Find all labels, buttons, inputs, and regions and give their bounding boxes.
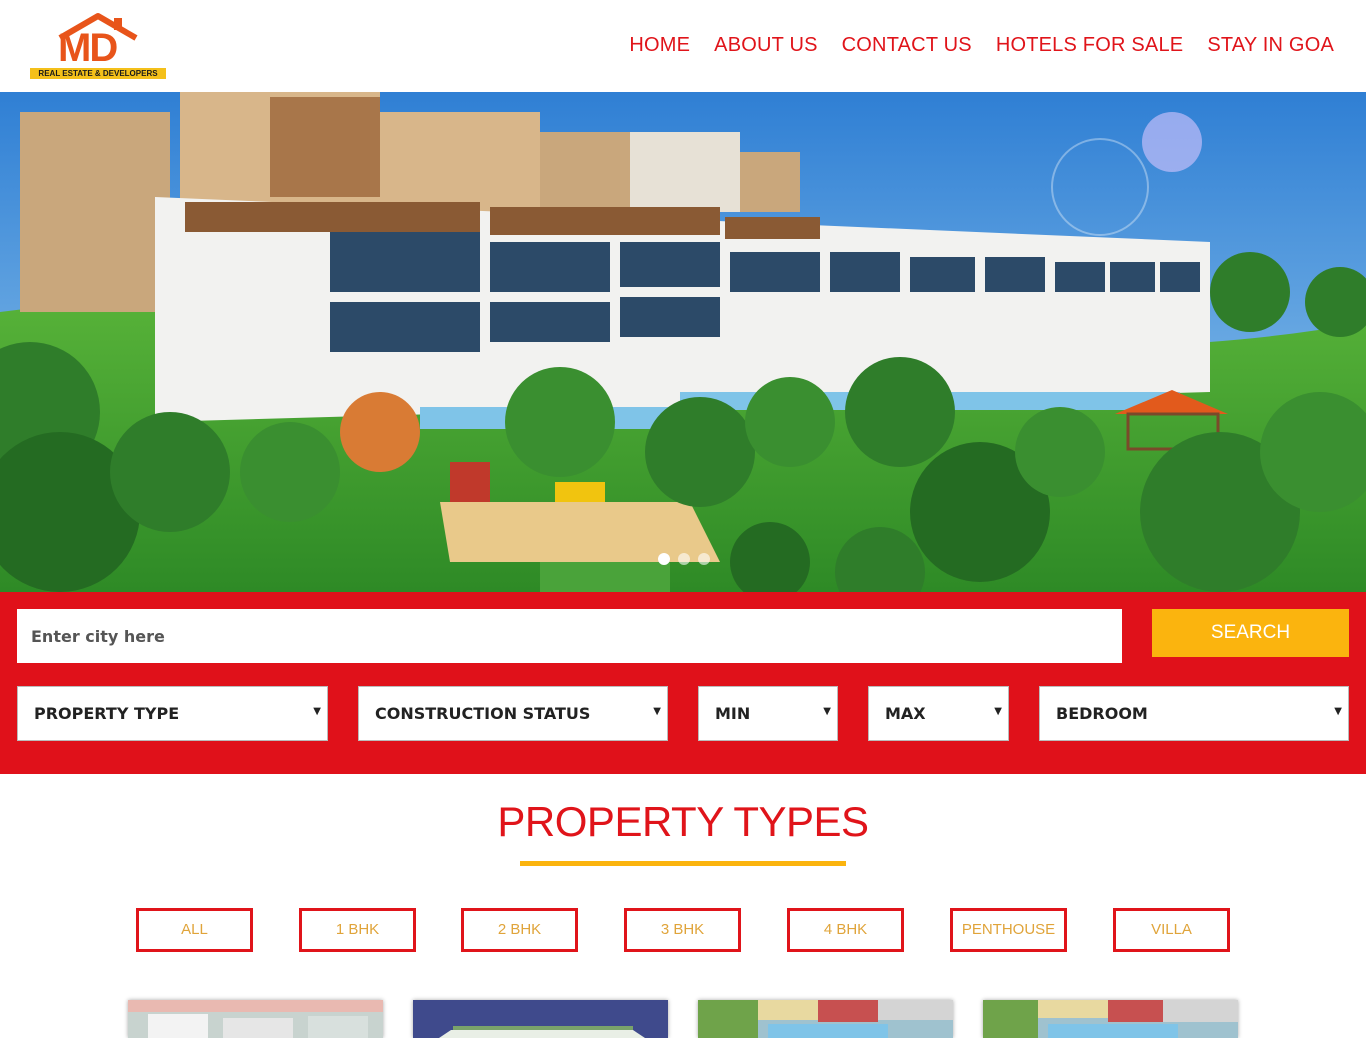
heading-underline xyxy=(520,861,846,866)
property-card[interactable] xyxy=(698,1000,953,1038)
hero-slider xyxy=(0,92,1366,592)
slider-dot-1[interactable] xyxy=(658,553,670,565)
construction-status-value: CONSTRUCTION STATUS xyxy=(375,704,591,723)
city-search-input[interactable] xyxy=(17,609,1122,663)
brand-logo[interactable]: MD REAL ESTATE & DEVELOPERS xyxy=(28,12,168,82)
slider-dots xyxy=(658,553,710,565)
logo-text: MD xyxy=(58,26,118,70)
filter-all-button[interactable]: ALL xyxy=(136,908,253,952)
property-thumbnail xyxy=(698,1000,953,1038)
search-button[interactable]: SEARCH xyxy=(1152,609,1349,657)
min-price-value: MIN xyxy=(715,704,751,723)
construction-status-select[interactable]: CONSTRUCTION STATUS ▼ xyxy=(358,686,668,741)
dropdown-caret-icon: ▼ xyxy=(313,706,321,717)
property-thumbnail xyxy=(413,1000,668,1038)
dropdown-caret-icon: ▼ xyxy=(1334,706,1342,717)
slider-dot-3[interactable] xyxy=(698,553,710,565)
nav-contact-us[interactable]: CONTACT US xyxy=(842,34,972,57)
bedroom-value: BEDROOM xyxy=(1056,704,1148,723)
property-card[interactable] xyxy=(128,1000,383,1038)
bedroom-select[interactable]: BEDROOM ▼ xyxy=(1039,686,1349,741)
max-price-select[interactable]: MAX ▼ xyxy=(868,686,1009,741)
property-type-select[interactable]: PROPERTY TYPE ▼ xyxy=(17,686,328,741)
search-panel: SEARCH PROPERTY TYPE ▼ CONSTRUCTION STAT… xyxy=(0,592,1366,774)
slider-dot-2[interactable] xyxy=(678,553,690,565)
property-type-value: PROPERTY TYPE xyxy=(34,704,180,723)
filter-2bhk-button[interactable]: 2 BHK xyxy=(461,908,578,952)
property-card[interactable] xyxy=(413,1000,668,1038)
min-price-select[interactable]: MIN ▼ xyxy=(698,686,838,741)
filter-penthouse-button[interactable]: PENTHOUSE xyxy=(950,908,1067,952)
nav-hotels-for-sale[interactable]: HOTELS FOR SALE xyxy=(996,34,1184,57)
dropdown-caret-icon: ▼ xyxy=(653,706,661,717)
nav-about-us[interactable]: ABOUT US xyxy=(714,34,817,57)
logo-tagline: REAL ESTATE & DEVELOPERS xyxy=(30,68,166,79)
property-card[interactable] xyxy=(983,1000,1238,1038)
filter-3bhk-button[interactable]: 3 BHK xyxy=(624,908,741,952)
property-types-heading: PROPERTY TYPES xyxy=(497,798,869,845)
nav-home[interactable]: HOME xyxy=(629,34,690,57)
filter-villa-button[interactable]: VILLA xyxy=(1113,908,1230,952)
filter-4bhk-button[interactable]: 4 BHK xyxy=(787,908,904,952)
property-thumbnail xyxy=(128,1000,383,1038)
hero-image xyxy=(0,92,1366,592)
max-price-value: MAX xyxy=(885,704,926,723)
dropdown-caret-icon: ▼ xyxy=(823,706,831,717)
main-nav: HOME ABOUT US CONTACT US HOTELS FOR SALE… xyxy=(629,34,1334,57)
nav-stay-in-goa[interactable]: STAY IN GOA xyxy=(1207,34,1334,57)
filter-1bhk-button[interactable]: 1 BHK xyxy=(299,908,416,952)
site-header: MD REAL ESTATE & DEVELOPERS HOME ABOUT U… xyxy=(0,0,1366,92)
property-thumbnail xyxy=(983,1000,1238,1038)
dropdown-caret-icon: ▼ xyxy=(994,706,1002,717)
